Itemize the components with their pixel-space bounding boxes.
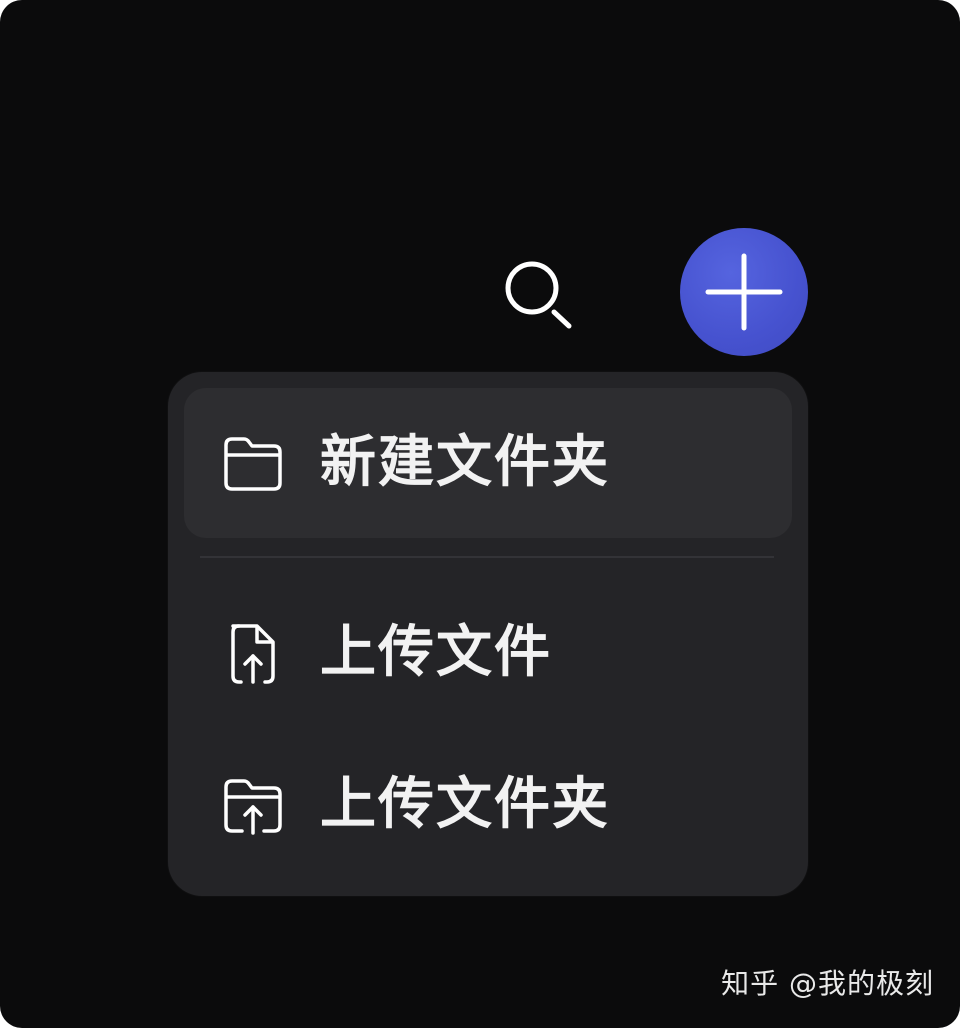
- screen: 新建文件夹 上传文件 上传文件夹 知乎 @我的极刻: [0, 0, 960, 1028]
- folder-icon: [220, 430, 286, 496]
- folder-upload-icon: [220, 772, 286, 838]
- add-button[interactable]: [680, 228, 808, 356]
- menu-item-label: 新建文件夹: [320, 430, 610, 495]
- menu-item-label: 上传文件: [320, 620, 552, 685]
- search-icon: [494, 254, 584, 336]
- plus-icon: [680, 228, 808, 356]
- watermark: 知乎 @我的极刻: [721, 967, 934, 1000]
- menu-item-upload-folder[interactable]: 上传文件夹: [184, 730, 792, 880]
- menu-item-new-folder[interactable]: 新建文件夹: [184, 388, 792, 538]
- add-menu: 新建文件夹 上传文件 上传文件夹: [168, 372, 808, 896]
- menu-divider: [200, 556, 774, 558]
- file-upload-icon: [220, 620, 286, 686]
- menu-item-upload-file[interactable]: 上传文件: [184, 578, 792, 728]
- search-button[interactable]: [494, 254, 584, 336]
- menu-item-label: 上传文件夹: [320, 772, 610, 837]
